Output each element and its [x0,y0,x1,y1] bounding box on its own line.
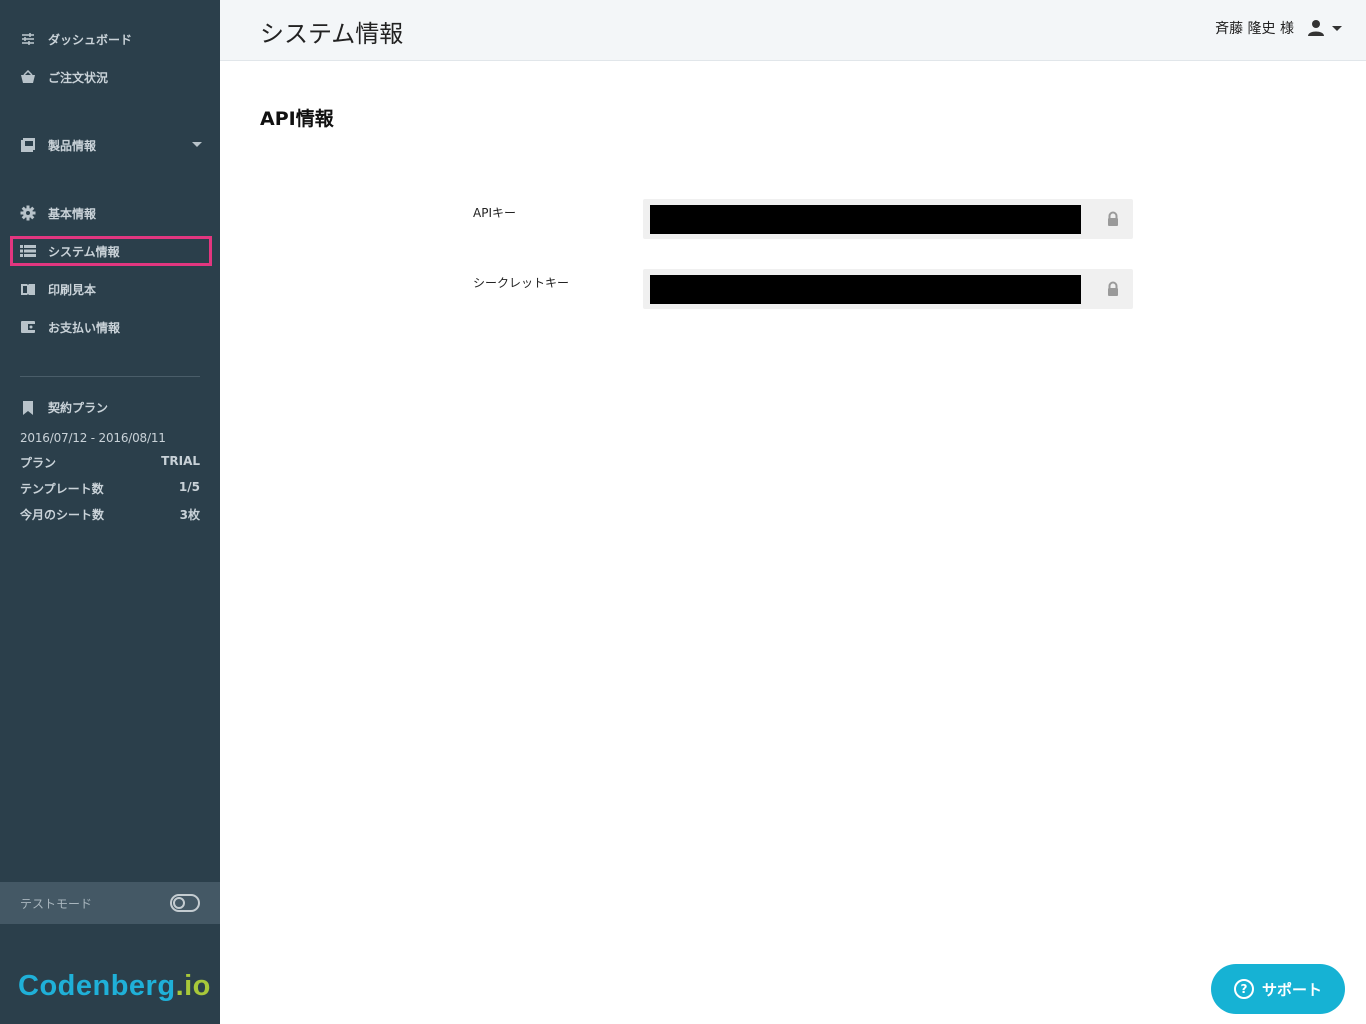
sliders-icon [20,31,36,47]
sidebar-divider [20,376,200,377]
api-key-value-redacted [650,205,1081,234]
sidebar-item-print-samples[interactable]: 印刷見本 [10,274,212,304]
sidebar-item-label: 基本情報 [48,206,97,221]
sidebar-item-products[interactable]: 製品情報 [10,130,212,160]
sidebar-item-label: お支払い情報 [48,320,121,335]
plan-row-templates: テンプレート数 1/5 [20,480,200,496]
sidebar-item-label: 製品情報 [48,138,97,153]
list-icon [20,243,36,259]
sidebar-item-label: ご注文状況 [48,70,109,85]
section-title: API情報 [260,108,334,130]
plan-title: 契約プラン [20,399,108,416]
wallet-icon [20,319,36,335]
test-mode-toggle[interactable] [170,894,200,912]
secret-key-field[interactable] [643,269,1133,309]
sidebar: ダッシュボード ご注文状況 製品情報 基本情報 システム情報 印刷見本 お支払い… [0,0,220,1024]
user-icon [1306,18,1326,38]
sidebar-item-payment[interactable]: お支払い情報 [10,312,212,342]
api-key-label: APIキー [473,206,516,220]
sidebar-item-system-info[interactable]: システム情報 [10,236,212,266]
plan-row-plan: プラン TRIAL [20,454,200,470]
book-icon [20,281,36,297]
user-menu[interactable]: 斉藤 隆史 様 [1215,18,1342,38]
pdf-icon [20,137,36,153]
page-title: システム情報 [260,20,404,48]
plan-row-sheets: 今月のシート数 3枚 [20,508,200,522]
bookmark-icon [20,400,36,416]
secret-key-label: シークレットキー [473,276,570,290]
chevron-down-icon[interactable] [1332,25,1342,31]
test-mode-bar: テストモード [0,882,220,924]
header: システム情報 斉藤 隆史 様 [220,0,1366,61]
gear-icon [20,205,36,221]
sidebar-item-label: システム情報 [48,244,120,259]
codenberg-logo[interactable]: Codenberg.io [18,970,211,1003]
sidebar-item-orders[interactable]: ご注文状況 [10,62,212,92]
support-button[interactable]: ? サポート [1211,964,1345,1014]
plan-dates: 2016/07/12 - 2016/08/11 [20,431,166,445]
sidebar-item-label: ダッシュボード [48,32,133,47]
secret-key-value-redacted [650,275,1081,304]
lock-icon [1105,211,1121,227]
sidebar-item-label: 印刷見本 [48,282,97,297]
api-key-field[interactable] [643,199,1133,239]
lock-icon [1105,281,1121,297]
basket-icon [20,69,36,85]
user-name: 斉藤 隆史 様 [1215,21,1294,37]
test-mode-label: テストモード [20,896,93,911]
chevron-down-icon[interactable] [192,142,202,147]
sidebar-item-basic-info[interactable]: 基本情報 [10,198,212,228]
help-icon: ? [1233,979,1254,999]
sidebar-item-dashboard[interactable]: ダッシュボード [10,24,212,54]
